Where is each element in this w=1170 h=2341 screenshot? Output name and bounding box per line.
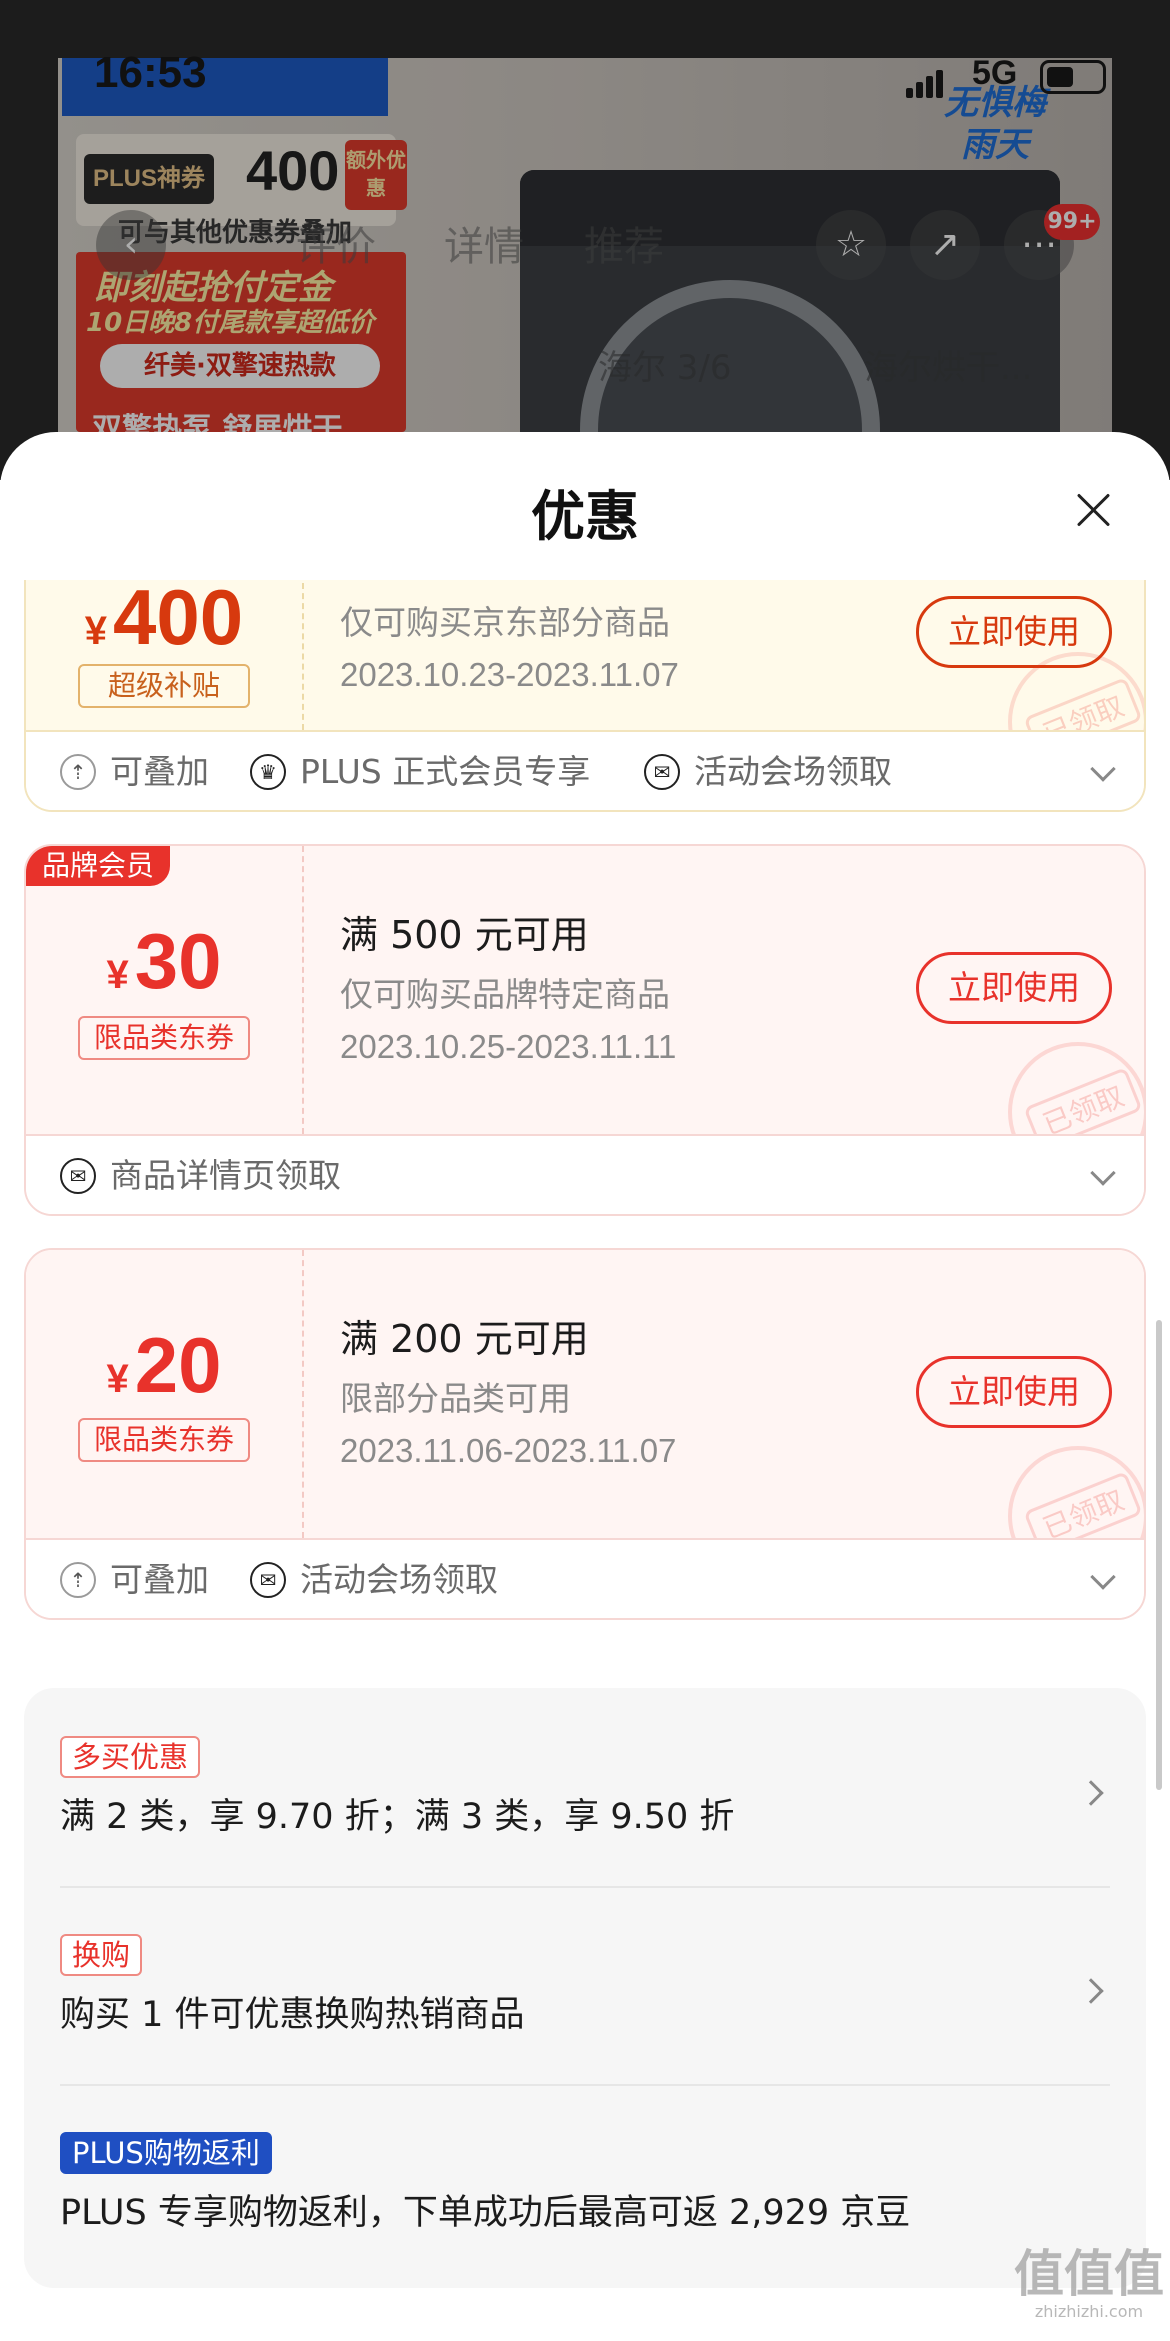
- network-type: 5G: [972, 54, 1018, 92]
- ticket-icon: ✉: [250, 1562, 286, 1598]
- promotion-tag: PLUS购物返利: [60, 2132, 272, 2174]
- promotion-trade-in[interactable]: 换购 购买 1 件可优惠换购热销商品: [60, 1934, 1110, 2037]
- brand-member-ribbon: 品牌会员: [26, 846, 171, 886]
- coupon-amount: ¥30: [106, 917, 222, 1005]
- coupon-scope: 仅可购买品牌特定商品: [340, 975, 670, 1014]
- coupon-body: 品牌会员 ¥30 限品类东券 满 500 元可用 仅可购买品牌特定商品 2023…: [26, 846, 1144, 1182]
- status-time: 16:53: [94, 48, 207, 97]
- ticket-icon: ✉: [60, 1158, 96, 1194]
- sheet-title: 优惠: [531, 485, 639, 548]
- coupon-scope: 限部分品类可用: [340, 1379, 571, 1418]
- watermark-url: zhizhizhi.com: [1034, 2302, 1144, 2321]
- promotion-tag: 多买优惠: [60, 1736, 201, 1778]
- promotion-text: 购买 1 件可优惠换购热销商品: [60, 1995, 525, 2035]
- coupon-type-tag: 限品类东券: [78, 1016, 250, 1060]
- promotions-block: 多买优惠 满 2 类，享 9.70 折；满 3 类，享 9.50 折 换购 购买…: [24, 1688, 1146, 2288]
- coupon-date: 2023.10.25-2023.11.11: [340, 1028, 677, 1065]
- coupon-card: ¥400 超级补贴 仅可购买京东部分商品 2023.10.23-2023.11.…: [24, 580, 1146, 812]
- coupon-body: ¥20 限品类东券 满 200 元可用 限部分品类可用 2023.11.06-2…: [26, 1250, 1144, 1586]
- signal-icon: [906, 70, 946, 98]
- coupon-card: ¥20 限品类东券 满 200 元可用 限部分品类可用 2023.11.06-2…: [24, 1248, 1146, 1620]
- chevron-down-icon[interactable]: [1090, 1160, 1116, 1186]
- feature-plus-member: ♛ PLUS 正式会员专享: [250, 750, 590, 794]
- promotion-multi-buy[interactable]: 多买优惠 满 2 类，享 9.70 折；满 3 类，享 9.50 折: [60, 1736, 1110, 1839]
- feature-stackable: ⇡ 可叠加: [60, 1558, 209, 1602]
- use-now-button[interactable]: 立即使用: [916, 952, 1112, 1024]
- battery-icon: [1040, 60, 1106, 94]
- promotion-tag: 换购: [60, 1934, 143, 1976]
- status-bar: 16:53 5G: [0, 48, 1170, 108]
- coupon-condition: 满 200 元可用: [340, 1317, 589, 1361]
- coupon-card: 品牌会员 ¥30 限品类东券 满 500 元可用 仅可购买品牌特定商品 2023…: [24, 844, 1146, 1216]
- divider: [60, 2084, 1110, 2086]
- coupon-date: 2023.10.23-2023.11.07: [340, 656, 679, 693]
- scrollbar[interactable]: [1156, 1320, 1162, 1790]
- coupon-body: ¥400 超级补贴 仅可购买京东部分商品 2023.10.23-2023.11.…: [26, 580, 1144, 792]
- coupon-amount: ¥400: [84, 580, 244, 661]
- site-watermark: 值值值 zhizhizhi.com: [1014, 2246, 1164, 2321]
- coupon-type-tag: 限品类东券: [78, 1418, 250, 1462]
- feature-venue-claim: ✉ 活动会场领取: [644, 750, 892, 794]
- coupon-condition: 满 500 元可用: [340, 913, 589, 957]
- coupon-type-tag: 超级补贴: [78, 664, 250, 708]
- promotion-plus-rebate[interactable]: PLUS购物返利 PLUS 专享购物返利，下单成功后最高可返 2,929 京豆: [60, 2132, 1110, 2235]
- chevron-down-icon[interactable]: [1090, 756, 1116, 782]
- promotion-text: PLUS 专享购物返利，下单成功后最高可返 2,929 京豆: [60, 2193, 911, 2233]
- close-icon[interactable]: [1072, 488, 1116, 532]
- stack-icon: ⇡: [60, 1562, 96, 1598]
- coupon-amount: ¥20: [106, 1321, 222, 1409]
- feature-venue-claim: ✉ 活动会场领取: [250, 1558, 498, 1602]
- divider: [60, 1886, 1110, 1888]
- coupon-features[interactable]: ✉ 商品详情页领取: [26, 1134, 1144, 1214]
- coupon-scope: 仅可购买京东部分商品: [340, 603, 670, 642]
- use-now-button[interactable]: 立即使用: [916, 1356, 1112, 1428]
- watermark-logo: 值值值: [1014, 2245, 1164, 2303]
- chevron-down-icon[interactable]: [1090, 1564, 1116, 1590]
- discount-list[interactable]: ¥400 超级补贴 仅可购买京东部分商品 2023.10.23-2023.11.…: [0, 580, 1170, 2341]
- coupon-features[interactable]: ⇡ 可叠加 ♛ PLUS 正式会员专享 ✉ 活动会场领取: [26, 730, 1144, 810]
- promotion-text: 满 2 类，享 9.70 折；满 3 类，享 9.50 折: [60, 1797, 735, 1837]
- stack-icon: ⇡: [60, 754, 96, 790]
- ticket-icon: ✉: [644, 754, 680, 790]
- feature-stackable: ⇡ 可叠加: [60, 750, 209, 794]
- discount-sheet: 优惠 ¥400 超级补贴 仅可购买京东部分商品 2023.10.23-2023.…: [0, 432, 1170, 2341]
- coupon-features[interactable]: ⇡ 可叠加 ✉ 活动会场领取: [26, 1538, 1144, 1618]
- crown-icon: ♛: [250, 754, 286, 790]
- coupon-date: 2023.11.06-2023.11.07: [340, 1432, 677, 1469]
- feature-detail-page-claim: ✉ 商品详情页领取: [60, 1154, 341, 1198]
